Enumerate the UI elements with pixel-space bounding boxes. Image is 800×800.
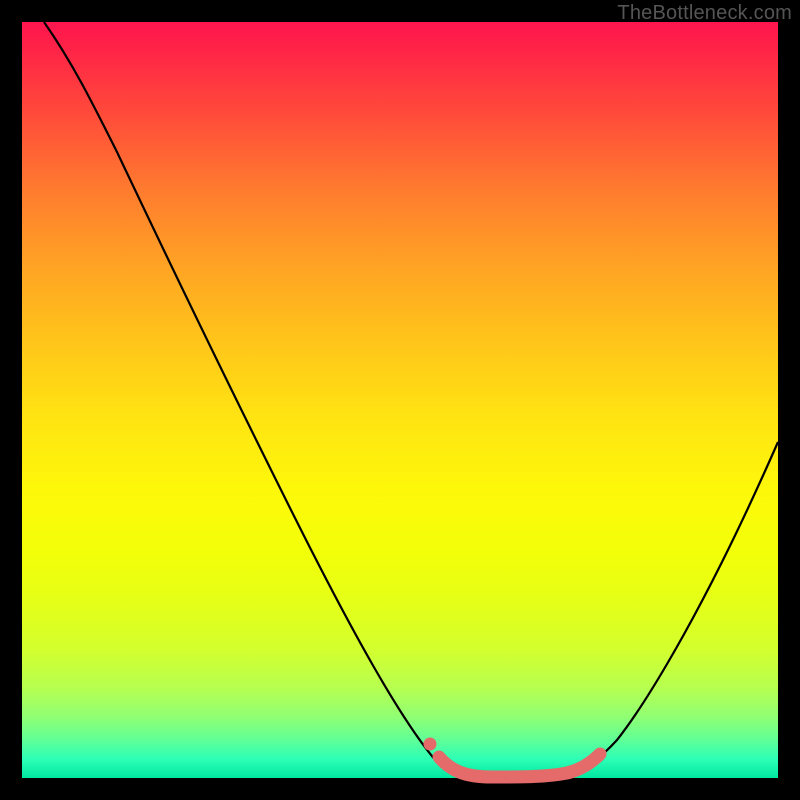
highlight-start-dot (424, 738, 437, 751)
plot-area (22, 22, 778, 778)
watermark-text: TheBottleneck.com (617, 2, 792, 25)
chart-svg (22, 22, 778, 778)
chart-frame: TheBottleneck.com (0, 0, 800, 800)
optimal-range-highlight (439, 754, 600, 777)
bottleneck-curve (44, 22, 778, 778)
